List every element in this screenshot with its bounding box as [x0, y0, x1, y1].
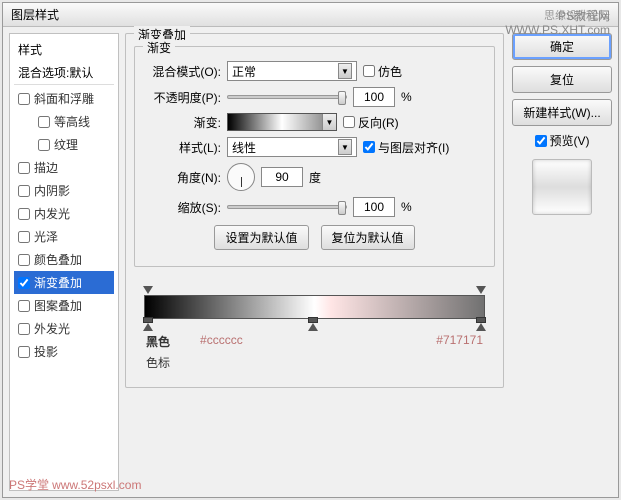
watermark-top: PS教程网 WWW.PS.XHT.com: [505, 9, 610, 38]
gradient-picker[interactable]: ▼: [227, 113, 337, 131]
reset-default-button[interactable]: 复位为默认值: [321, 225, 415, 250]
sidebar-items: 斜面和浮雕等高线纹理描边内阴影内发光光泽颜色叠加渐变叠加图案叠加外发光投影: [14, 87, 114, 363]
align-checkbox[interactable]: 与图层对齐(I): [363, 139, 449, 156]
content: 样式 混合选项:默认 斜面和浮雕等高线纹理描边内阴影内发光光泽颜色叠加渐变叠加图…: [3, 27, 618, 497]
sidebar-item-5[interactable]: 内发光: [14, 202, 114, 225]
sidebar-header[interactable]: 样式: [14, 38, 114, 61]
chevron-down-icon: ▼: [338, 63, 352, 79]
cancel-button[interactable]: 复位: [512, 66, 612, 93]
chevron-down-icon: ▼: [322, 114, 336, 130]
scale-label: 缩放(S):: [145, 199, 221, 216]
scale-input[interactable]: 100: [353, 197, 395, 217]
opacity-slider[interactable]: [227, 95, 347, 99]
preview-swatch: [532, 159, 592, 215]
chevron-down-icon: ▼: [338, 139, 352, 155]
angle-input[interactable]: 90: [261, 167, 303, 187]
gradient-overlay-group: 渐变叠加 渐变 混合模式(O): 正常▼ 仿色 不透明度(P):: [125, 33, 504, 388]
sidebar-item-6[interactable]: 光泽: [14, 225, 114, 248]
stops-label: 色标: [146, 354, 483, 371]
angle-label: 角度(N):: [145, 169, 221, 186]
sidebar-subheader[interactable]: 混合选项:默认: [14, 61, 114, 85]
sidebar-item-9[interactable]: 图案叠加: [14, 294, 114, 317]
sidebar-item-11[interactable]: 投影: [14, 340, 114, 363]
gradient-group: 渐变 混合模式(O): 正常▼ 仿色 不透明度(P): 100: [134, 46, 495, 267]
opacity-label: 不透明度(P):: [145, 89, 221, 106]
sidebar-item-7[interactable]: 颜色叠加: [14, 248, 114, 271]
gradient-editor: 黑色 #cccccc #717171 色标: [134, 275, 495, 379]
sidebar-item-2[interactable]: 纹理: [14, 133, 114, 156]
watermark-bottom: PS学堂 www.52psxl.com: [9, 476, 141, 493]
blend-mode-label: 混合模式(O):: [145, 63, 221, 80]
opacity-input[interactable]: 100: [353, 87, 395, 107]
action-column: 确定 复位 新建样式(W)... 预览(V): [512, 33, 612, 491]
scale-slider[interactable]: [227, 205, 347, 209]
sidebar-item-1[interactable]: 等高线: [14, 110, 114, 133]
layer-style-dialog: 图层样式 思缘设计论坛 PS教程网 WWW.PS.XHT.com 样式 混合选项…: [2, 2, 619, 498]
main-area: 渐变叠加 渐变 混合模式(O): 正常▼ 仿色 不透明度(P):: [125, 33, 612, 491]
blend-mode-select[interactable]: 正常▼: [227, 61, 357, 81]
style-label: 样式(L):: [145, 139, 221, 156]
new-style-button[interactable]: 新建样式(W)...: [512, 99, 612, 126]
dither-checkbox[interactable]: 仿色: [363, 63, 402, 80]
make-default-button[interactable]: 设置为默认值: [214, 225, 308, 250]
gradient-annotations: 黑色 #cccccc #717171: [146, 333, 483, 350]
sidebar-item-0[interactable]: 斜面和浮雕: [14, 87, 114, 110]
settings-panel: 渐变叠加 渐变 混合模式(O): 正常▼ 仿色 不透明度(P):: [125, 33, 504, 491]
reverse-checkbox[interactable]: 反向(R): [343, 114, 399, 131]
dialog-title: 图层样式: [11, 6, 59, 23]
angle-dial[interactable]: [227, 163, 255, 191]
gradient-strip[interactable]: [144, 295, 485, 319]
sidebar-item-4[interactable]: 内阴影: [14, 179, 114, 202]
gradient-label: 渐变:: [145, 114, 221, 131]
style-select[interactable]: 线性▼: [227, 137, 357, 157]
sidebar-item-10[interactable]: 外发光: [14, 317, 114, 340]
styles-sidebar: 样式 混合选项:默认 斜面和浮雕等高线纹理描边内阴影内发光光泽颜色叠加渐变叠加图…: [9, 33, 119, 491]
preview-checkbox[interactable]: 预览(V): [512, 132, 612, 149]
sidebar-item-8[interactable]: 渐变叠加: [14, 271, 114, 294]
sidebar-item-3[interactable]: 描边: [14, 156, 114, 179]
gradient-group-title: 渐变: [143, 39, 175, 56]
